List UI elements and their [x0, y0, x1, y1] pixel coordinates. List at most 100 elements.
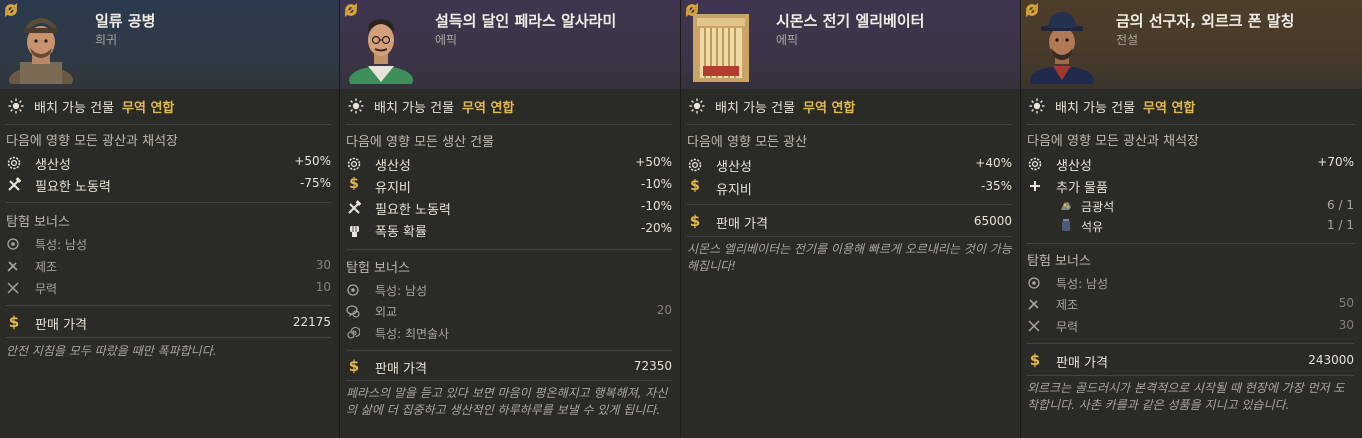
swords-icon: [1028, 320, 1040, 332]
bonus-label: 제조: [1056, 298, 1079, 312]
dollar-icon: $: [690, 178, 700, 194]
trait-icon: [7, 238, 19, 250]
stat-row-upkeep: $ 유지비 -10%: [340, 175, 680, 197]
dollar-icon: $: [348, 357, 360, 375]
stat-label: 필요한 노동력: [375, 203, 451, 218]
portrait-engineer: [9, 18, 73, 84]
price-row: $ 판매 가격 72350: [340, 356, 680, 378]
flavor-text: 안전 지침을 모두 따랐을 때만 폭파합니다.: [6, 344, 217, 358]
oil-icon: [1062, 219, 1070, 231]
price-value: 72350: [633, 359, 672, 373]
stat-label: 생산성: [716, 160, 752, 175]
bonus-row-hypnotist: 특성: 최면술사: [340, 323, 680, 345]
portrait-persuasion-master: [349, 19, 413, 84]
flavor-text: 페라스의 말을 듣고 있다 보면 마음이 평온해지고 행복해져, 자신의 삶에 …: [346, 386, 668, 417]
price-value: 22175: [292, 315, 331, 329]
bonus-label: 외교: [375, 305, 398, 319]
card-header: 일류 공병 희귀: [0, 0, 339, 89]
portrait-gold-pioneer: [1030, 12, 1094, 84]
divider: [687, 236, 1012, 237]
dollar-icon: $: [1029, 351, 1041, 369]
divider: [6, 305, 331, 306]
divider: [1027, 375, 1354, 376]
extra-item-row: 석유 1 / 1: [1021, 216, 1362, 236]
extra-item-row: 금광석 6 / 1: [1021, 196, 1362, 216]
deploy-label: 배치 가능 건물: [34, 100, 115, 116]
divider: [1027, 243, 1354, 244]
explore-bonus-label: 탐험 보너스: [1027, 254, 1091, 269]
stat-value: -35%: [980, 179, 1012, 193]
gear-icon: [347, 157, 361, 171]
fist-icon: [350, 226, 359, 237]
deploy-label: 배치 가능 건물: [715, 100, 796, 116]
bonus-row-craft: 제조 50: [1021, 294, 1362, 316]
flavor-text: 시몬스 엘리베이터는 전기를 이용해 빠르게 오르내리는 것이 가능해집니다!: [687, 242, 1012, 273]
gear-icon: [7, 156, 21, 170]
craft-icon: [1028, 299, 1039, 310]
explore-bonus-label: 탐험 보너스: [346, 261, 410, 276]
gold-ore-icon: [1061, 202, 1071, 210]
dollar-icon: $: [689, 212, 701, 230]
bonus-label: 무력: [1056, 320, 1079, 334]
deploy-value[interactable]: 무역 연합: [462, 97, 514, 116]
deploy-row: 배치 가능 건물 무역 연합: [681, 90, 1020, 122]
deploy-value[interactable]: 무역 연합: [122, 97, 174, 116]
price-label: 판매 가격: [716, 217, 768, 232]
sun-icon: [1029, 98, 1045, 114]
specialist-card-4[interactable]: 금의 선구자, 외르크 폰 말칭 전설 배치 가능 건물 무역 연합 다음에 영…: [1021, 0, 1362, 438]
flavor-text: 외르크는 골드러시가 본격적으로 시작될 때 현장에 가장 먼저 도착합니다. …: [1027, 381, 1345, 412]
affects-label: 다음에 영향 모든 광산: [687, 135, 808, 150]
stat-label: 생산성: [375, 159, 411, 174]
deploy-value[interactable]: 무역 연합: [803, 97, 855, 116]
sun-icon: [348, 98, 364, 114]
stat-value: -75%: [299, 176, 331, 190]
specialist-card-2[interactable]: 설득의 달인 페라스 알사라미 에픽 배치 가능 건물 무역 연합 다음에 영향…: [340, 0, 681, 438]
specialist-cards-row: 일류 공병 희귀 배치 가능 건물 무역 연합 다음에 영향 모든 광산과 채석…: [0, 0, 1362, 438]
stat-row-productivity: 생산성 +50%: [0, 152, 339, 174]
swords-icon: [7, 282, 19, 294]
stat-row-riot: 폭동 확률 -20%: [340, 219, 680, 241]
divider: [346, 350, 672, 351]
price-label: 판매 가격: [35, 318, 87, 333]
card-title: 설득의 달인 페라스 알사라미: [435, 12, 617, 30]
card-title: 일류 공병: [95, 12, 156, 30]
card-header: 설득의 달인 페라스 알사라미 에픽: [340, 0, 680, 89]
affects-label: 다음에 영향 모든 광산과 채석장: [1027, 134, 1200, 149]
deploy-row: 배치 가능 건물 무역 연합: [0, 90, 339, 122]
price-row: $ 판매 가격 65000: [681, 211, 1020, 233]
deploy-label: 배치 가능 건물: [374, 100, 455, 116]
deploy-row: 배치 가능 건물 무역 연합: [340, 90, 680, 122]
bonus-value: 20: [656, 303, 672, 317]
spiral-icon: [347, 326, 360, 339]
dollar-icon: $: [8, 313, 20, 331]
card-header: 금의 선구자, 외르크 폰 말칭 전설: [1021, 0, 1362, 89]
stat-label: 유지비: [375, 181, 411, 196]
item-value: 6 / 1: [1327, 198, 1354, 212]
bonus-value: 10: [315, 280, 331, 294]
affects-label: 다음에 영향 모든 광산과 채석장: [6, 134, 179, 149]
stat-value: -20%: [640, 221, 672, 235]
tools-icon: [8, 177, 22, 191]
price-value: 243000: [1308, 353, 1354, 367]
specialist-card-3[interactable]: 시몬스 전기 엘리베이터 에픽 배치 가능 건물 무역 연합 다음에 영향 모든…: [681, 0, 1021, 438]
bonus-label: 특성: 남성: [375, 284, 428, 298]
plus-icon: [1030, 181, 1040, 191]
stat-value: -10%: [640, 177, 672, 191]
stat-value: +70%: [1317, 155, 1354, 169]
divider: [1027, 343, 1354, 344]
deploy-value[interactable]: 무역 연합: [1143, 97, 1195, 116]
gear-icon: [688, 158, 702, 172]
card-header: 시몬스 전기 엘리베이터 에픽: [681, 0, 1020, 89]
specialist-card-1[interactable]: 일류 공병 희귀 배치 가능 건물 무역 연합 다음에 영향 모든 광산과 채석…: [0, 0, 340, 438]
stat-row-labor: 필요한 노동력 -10%: [340, 197, 680, 219]
bonus-value: 50: [1338, 296, 1354, 310]
price-row: $ 판매 가격 243000: [1021, 350, 1362, 372]
rarity-label: 에픽: [776, 33, 799, 47]
stat-label: 폭동 확률: [375, 225, 427, 240]
portrait-elevator: [693, 14, 749, 82]
bonus-label: 특성: 최면술사: [375, 327, 450, 341]
stat-label: 생산성: [1056, 159, 1092, 174]
card-title: 금의 선구자, 외르크 폰 말칭: [1116, 12, 1295, 30]
divider: [346, 249, 672, 250]
divider: [6, 202, 331, 203]
